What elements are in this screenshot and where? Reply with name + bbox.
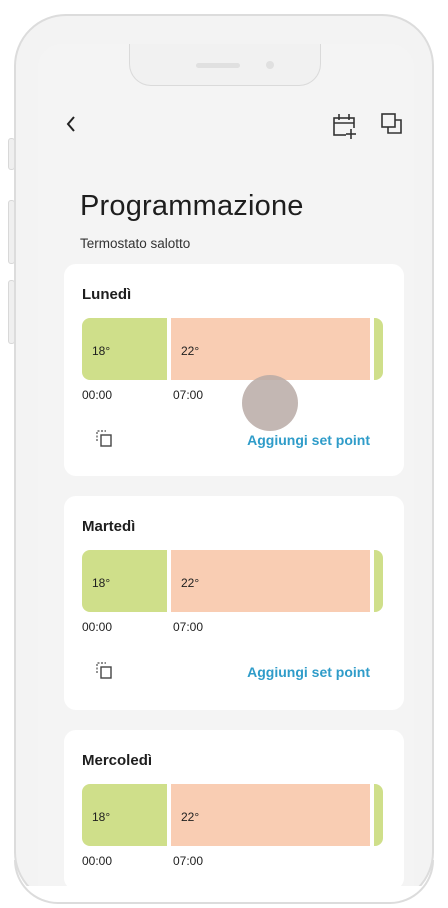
camera-dot bbox=[266, 61, 274, 69]
segment-temp: 22° bbox=[181, 576, 200, 590]
day-card: Lunedì 18° 22° 00:00 07:00 Aggiungi set … bbox=[64, 264, 404, 476]
phone-bottom-edge bbox=[14, 860, 434, 904]
add-setpoint-button[interactable]: Aggiungi set point bbox=[247, 432, 370, 448]
segment-warm[interactable]: 22° bbox=[171, 784, 370, 846]
page-subtitle: Termostato salotto bbox=[80, 236, 191, 251]
speaker-grill bbox=[196, 63, 240, 68]
copy-day-icon[interactable] bbox=[95, 429, 113, 452]
segment-temp: 18° bbox=[92, 810, 111, 824]
page-title: Programmazione bbox=[80, 190, 304, 222]
segment-cold[interactable]: 18° bbox=[82, 784, 167, 846]
segment-warm[interactable]: 22° bbox=[171, 550, 370, 612]
top-bar bbox=[38, 112, 414, 148]
segment-cold-end[interactable] bbox=[374, 318, 383, 380]
segment-cold[interactable]: 18° bbox=[82, 318, 167, 380]
segment-start-time: 00:00 bbox=[82, 388, 113, 402]
day-title: Martedì bbox=[82, 518, 136, 535]
day-title: Mercoledì bbox=[82, 752, 153, 769]
segment-temp: 22° bbox=[181, 344, 200, 358]
copy-day-icon[interactable] bbox=[95, 661, 113, 684]
segment-warm[interactable]: 22° bbox=[171, 318, 370, 380]
touch-indicator bbox=[242, 375, 298, 431]
schedule-bar[interactable]: 18° 22° bbox=[82, 784, 385, 846]
segment-start-time: 07:00 bbox=[173, 620, 204, 634]
back-icon[interactable] bbox=[64, 114, 78, 139]
segment-cold-end[interactable] bbox=[374, 550, 383, 612]
segment-temp: 18° bbox=[92, 576, 111, 590]
segment-cold[interactable]: 18° bbox=[82, 550, 167, 612]
segment-start-time: 00:00 bbox=[82, 620, 113, 634]
segment-temp: 22° bbox=[181, 810, 200, 824]
phone-notch bbox=[129, 44, 321, 86]
segment-start-time: 07:00 bbox=[173, 388, 204, 402]
schedule-bar[interactable]: 18° 22° bbox=[82, 550, 385, 612]
segment-temp: 18° bbox=[92, 344, 111, 358]
segment-cold-end[interactable] bbox=[374, 784, 383, 846]
add-setpoint-button[interactable]: Aggiungi set point bbox=[247, 664, 370, 680]
schedule-bar[interactable]: 18° 22° bbox=[82, 318, 385, 431]
copy-all-icon[interactable] bbox=[380, 112, 404, 141]
day-title: Lunedì bbox=[82, 286, 132, 303]
calendar-add-icon[interactable] bbox=[332, 112, 358, 145]
day-card: Martedì 18° 22° 00:00 07:00 Aggiungi set… bbox=[64, 496, 404, 710]
